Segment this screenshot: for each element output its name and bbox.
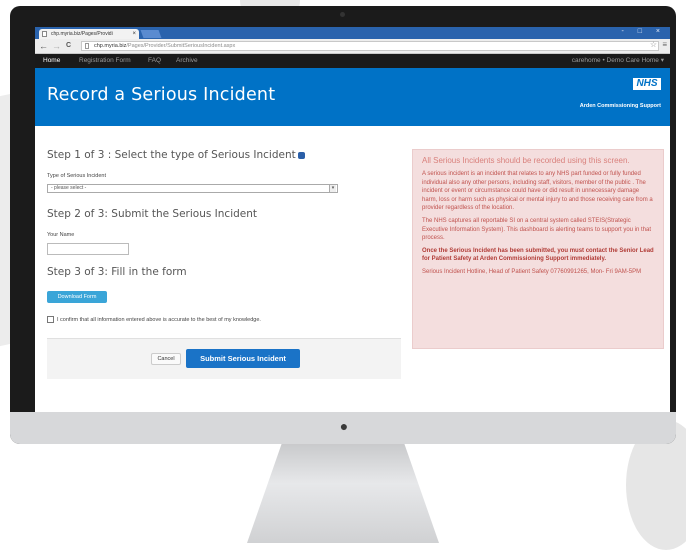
step2-heading: Step 2 of 3: Submit the Serious Incident <box>47 208 258 220</box>
back-arrow-icon[interactable]: ← <box>39 40 48 52</box>
info-alert: All Serious Incidents should be recorded… <box>412 149 664 349</box>
webcam <box>340 12 345 17</box>
incident-type-select[interactable]: - please select - ▾ <box>47 184 338 193</box>
info-icon[interactable] <box>297 151 305 159</box>
download-form-button[interactable]: Download Form <box>47 291 107 303</box>
form-actions: Cancel Submit Serious Incident <box>47 338 401 379</box>
url-path: /Pages/Provider/SubmitSeriousIncident.as… <box>126 43 236 49</box>
nav-item-registration-form[interactable]: Registration Form <box>79 54 131 68</box>
new-tab-button[interactable] <box>140 30 162 38</box>
step3-heading: Step 3 of 3: Fill in the form <box>47 266 187 278</box>
incident-type-value: - please select - <box>51 185 87 191</box>
address-bar: ← → C chp.myria.biz/Pages/Provider/Submi… <box>35 39 670 54</box>
alert-important: Once the Serious Incident has been submi… <box>422 247 654 263</box>
organisation-name: Arden Commissioning Support <box>579 103 661 109</box>
site-navbar: Home Registration Form FAQ Archive careh… <box>35 54 670 68</box>
browser-window: chp.myria.biz/Pages/Providi × - □ × ← → … <box>35 27 670 412</box>
step1-title: Step 1 of 3 : Select the type of Serious… <box>47 149 296 161</box>
nav-item-home[interactable]: Home <box>43 54 60 68</box>
alert-paragraph: The NHS captures all reportable SI on a … <box>422 217 652 242</box>
name-label: Your Name <box>47 232 75 238</box>
nav-item-faq[interactable]: FAQ <box>148 54 161 68</box>
step1-heading: Step 1 of 3 : Select the type of Serious… <box>47 149 305 161</box>
bookmark-star-icon[interactable]: ☆ <box>650 40 657 49</box>
nav-item-archive[interactable]: Archive <box>176 54 198 68</box>
page-icon <box>42 31 47 37</box>
cancel-button[interactable]: Cancel <box>151 353 181 365</box>
browser-menu-icon[interactable]: ≡ <box>662 40 667 49</box>
alert-paragraph: A serious incident is an incident that r… <box>422 171 653 212</box>
page-header: Record a Serious Incident NHS Arden Comm… <box>35 68 670 126</box>
confirm-checkbox[interactable] <box>47 316 54 323</box>
browser-tab[interactable]: chp.myria.biz/Pages/Providi × <box>39 29 139 39</box>
reload-icon[interactable]: C <box>66 40 71 52</box>
main-content: Step 1 of 3 : Select the type of Serious… <box>35 125 670 412</box>
your-name-input[interactable] <box>47 243 129 255</box>
nhs-logo: NHS <box>633 78 661 90</box>
dropdown-arrow-icon: ▾ <box>329 185 336 192</box>
page-title: Record a Serious Incident <box>47 85 276 105</box>
confirm-label: I confirm that all information entered a… <box>57 316 261 323</box>
window-controls[interactable]: - □ × <box>621 28 666 35</box>
page-icon <box>85 43 89 49</box>
alert-hotline: Serious Incident Hotline, Head of Patien… <box>422 268 642 275</box>
type-label: Type of Serious Incident <box>47 173 107 179</box>
user-menu[interactable]: carehome • Demo Care Home ▾ <box>572 54 664 68</box>
tab-title: chp.myria.biz/Pages/Providi <box>51 31 113 37</box>
close-tab-icon[interactable]: × <box>132 29 136 39</box>
submit-incident-button[interactable]: Submit Serious Incident <box>186 349 300 368</box>
url-input[interactable]: chp.myria.biz/Pages/Provider/SubmitSerio… <box>81 41 659 51</box>
alert-title: All Serious Incidents should be recorded… <box>422 156 630 165</box>
url-host: chp.myria.biz <box>94 43 127 49</box>
tab-strip: chp.myria.biz/Pages/Providi × - □ × <box>35 27 670 39</box>
forward-arrow-icon[interactable]: → <box>52 40 61 52</box>
monitor-stand <box>247 444 439 543</box>
confirm-row: I confirm that all information entered a… <box>47 316 261 323</box>
apple-logo-icon: ● <box>339 418 349 434</box>
